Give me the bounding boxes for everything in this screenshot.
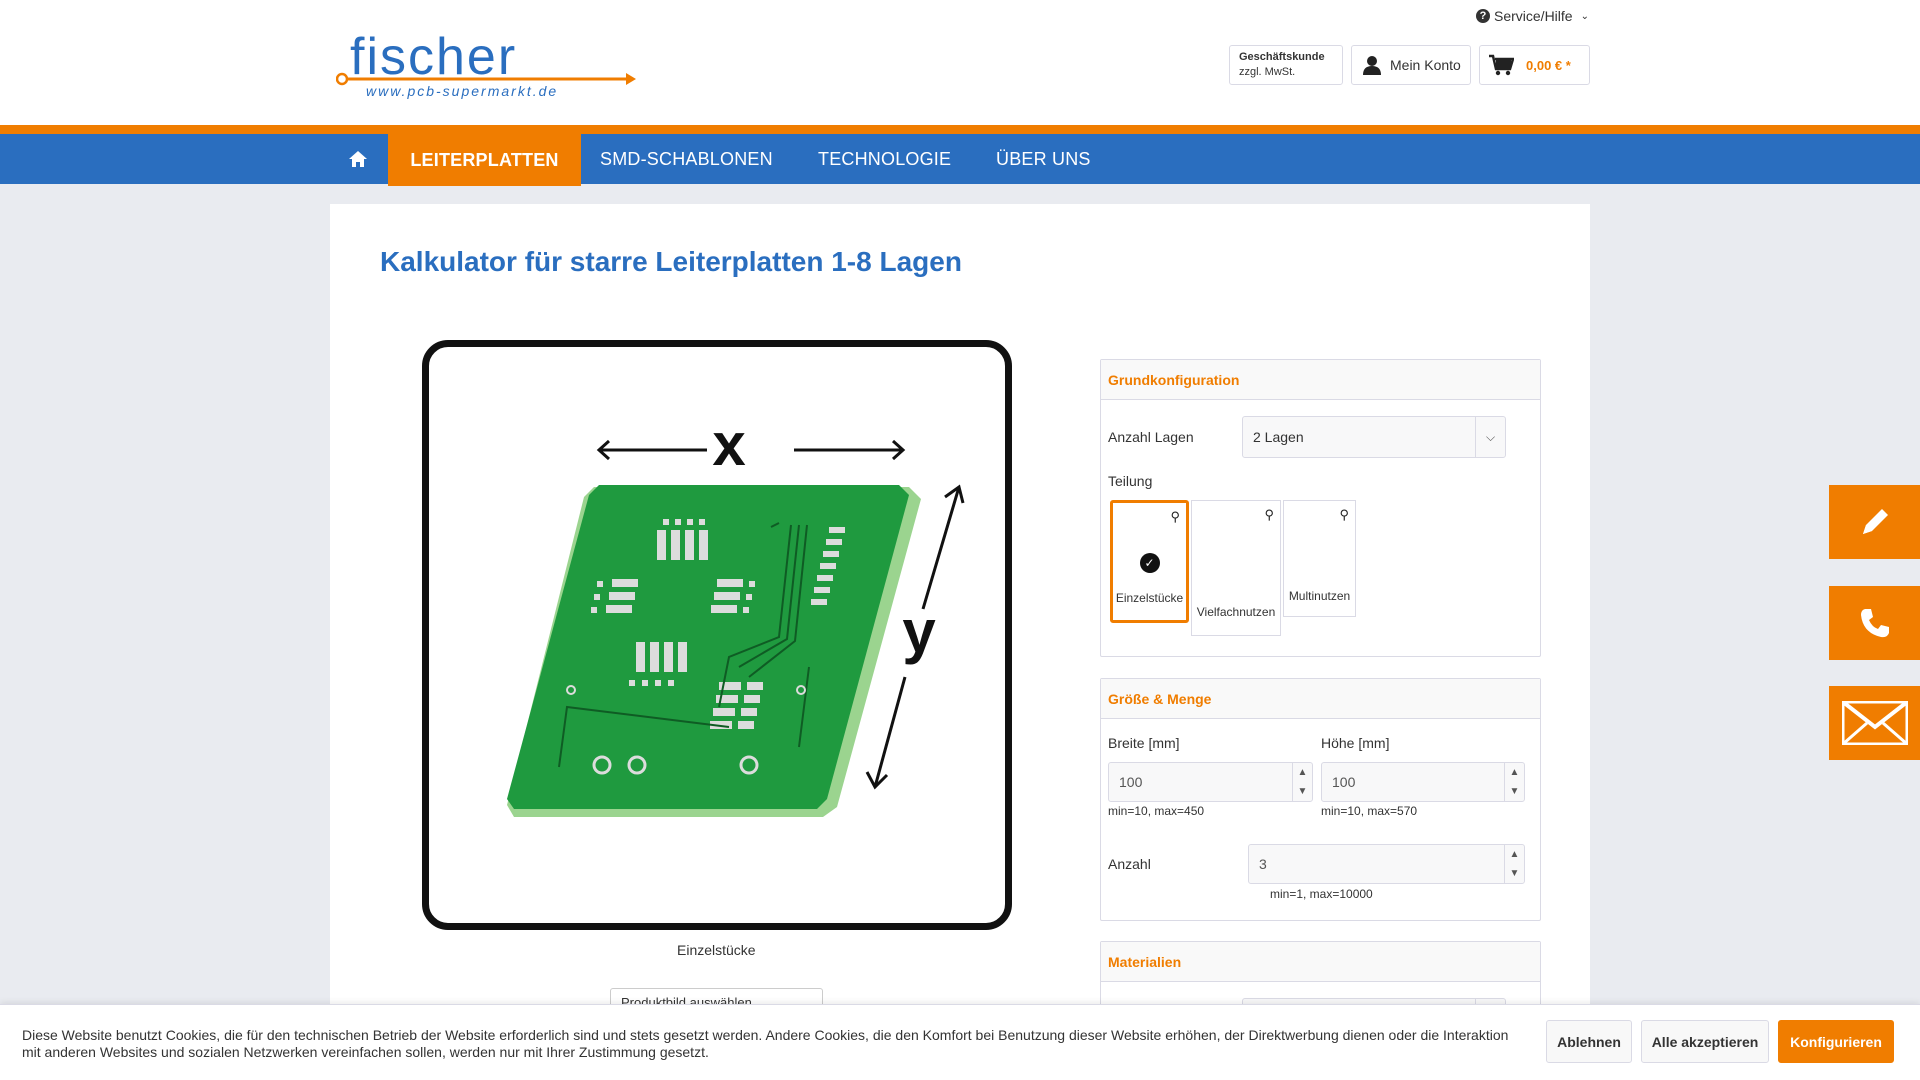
help-icon: ?	[1476, 9, 1490, 23]
layers-select[interactable]: 2 Lagen ⌵	[1242, 416, 1506, 458]
checkmark-icon: ✓	[1139, 553, 1160, 573]
teilung-label: Teilung	[1108, 473, 1153, 489]
teilung-option-vielfachnutzen[interactable]: ⚲ Vielfachnutzen	[1191, 500, 1281, 636]
width-stepper[interactable]: ▲ ▼	[1292, 763, 1312, 801]
tile-label: Einzelstücke	[1115, 591, 1184, 605]
tile-label: Multinutzen	[1288, 589, 1351, 603]
qty-hint: min=1, max=10000	[1270, 887, 1373, 901]
cookie-accept-all-button[interactable]: Alle akzeptieren	[1641, 1020, 1769, 1063]
cart-amount: 0,00 € *	[1526, 57, 1571, 73]
teilung-option-multinutzen[interactable]: ⚲ Multinutzen	[1283, 500, 1356, 617]
header-divider	[0, 125, 1920, 134]
cookie-decline-button[interactable]: Ablehnen	[1546, 1020, 1632, 1063]
customer-type-button[interactable]: Geschäftskunde zzgl. MwSt.	[1229, 45, 1343, 85]
layers-label: Anzahl Lagen	[1108, 429, 1194, 445]
logo-url: www.pcb-supermarkt.de	[366, 83, 558, 99]
teilung-option-einzelstuecke[interactable]: ⚲ ✓ Einzelstücke	[1110, 500, 1189, 623]
customer-type-title: Geschäftskunde	[1239, 51, 1325, 63]
nav-leiterplatten[interactable]: Leiterplatten	[388, 134, 581, 186]
svg-text:x: x	[712, 411, 745, 478]
nav-home[interactable]	[336, 134, 380, 184]
service-menu[interactable]: ? Service/Hilfe ⌄	[1476, 8, 1589, 24]
chevron-down-icon: ⌵	[1475, 417, 1505, 457]
layers-value: 2 Lagen	[1253, 429, 1304, 445]
pcb-illustration: x y	[507, 411, 965, 817]
page-title: Kalkulator für starre Leiterplatten 1-8 …	[380, 246, 962, 277]
height-value: 100	[1332, 774, 1356, 790]
side-button-mail[interactable]	[1829, 686, 1920, 760]
tile-label: Vielfachnutzen	[1196, 605, 1276, 619]
qty-input[interactable]: 3 ▲ ▼	[1248, 844, 1525, 884]
chevron-down-icon: ⌄	[1580, 10, 1589, 22]
service-label: Service/Hilfe	[1494, 8, 1573, 24]
height-label: Höhe [mm]	[1321, 735, 1390, 751]
width-hint: min=10, max=450	[1108, 804, 1205, 818]
cookie-text: Diese Website benutzt Cookies, die für d…	[22, 1027, 1509, 1060]
zoom-icon[interactable]: ⚲	[1264, 507, 1274, 523]
zoom-icon[interactable]: ⚲	[1339, 507, 1349, 523]
panel-heading: Größe & Menge	[1101, 679, 1540, 719]
nav-smd-schablonen[interactable]: SMD-Schablonen	[600, 134, 773, 184]
qty-value: 3	[1259, 856, 1267, 872]
zoom-icon[interactable]: ⚲	[1170, 509, 1180, 525]
cart-button[interactable]: 0,00 € *	[1479, 45, 1590, 85]
main-nav	[0, 134, 1920, 184]
width-value: 100	[1119, 774, 1143, 790]
nav-technologie[interactable]: Technologie	[818, 134, 951, 184]
qty-stepper[interactable]: ▲ ▼	[1504, 845, 1524, 883]
product-image[interactable]: x y	[422, 340, 1012, 930]
svg-text:y: y	[902, 598, 936, 665]
panel-heading: Materialien	[1101, 942, 1540, 982]
height-hint: min=10, max=570	[1321, 804, 1418, 818]
account-button[interactable]: Mein Konto	[1351, 45, 1471, 85]
panel-heading: Grundkonfiguration	[1101, 360, 1540, 400]
pencil-icon	[1862, 509, 1888, 534]
nav-ueber-uns[interactable]: Über uns	[996, 134, 1091, 184]
image-caption: Einzelstücke	[677, 942, 756, 958]
side-button-contact-form[interactable]	[1829, 485, 1920, 559]
side-button-phone[interactable]	[1829, 586, 1920, 660]
cookie-configure-button[interactable]: Konfigurieren	[1778, 1020, 1894, 1063]
phone-icon	[1860, 609, 1889, 638]
cart-icon	[1489, 54, 1514, 76]
height-stepper[interactable]: ▲ ▼	[1504, 763, 1524, 801]
logo[interactable]: fischer www.pcb-supermarkt.de	[335, 28, 636, 102]
header	[0, 0, 1920, 125]
width-label: Breite [mm]	[1108, 735, 1180, 751]
customer-type-sub: zzgl. MwSt.	[1239, 66, 1296, 78]
account-label: Mein Konto	[1390, 57, 1461, 73]
height-input[interactable]: 100 ▲ ▼	[1321, 762, 1525, 802]
qty-label: Anzahl	[1108, 856, 1151, 872]
mail-icon	[1841, 701, 1908, 745]
width-input[interactable]: 100 ▲ ▼	[1108, 762, 1313, 802]
user-icon	[1363, 56, 1381, 75]
home-icon	[349, 151, 367, 167]
